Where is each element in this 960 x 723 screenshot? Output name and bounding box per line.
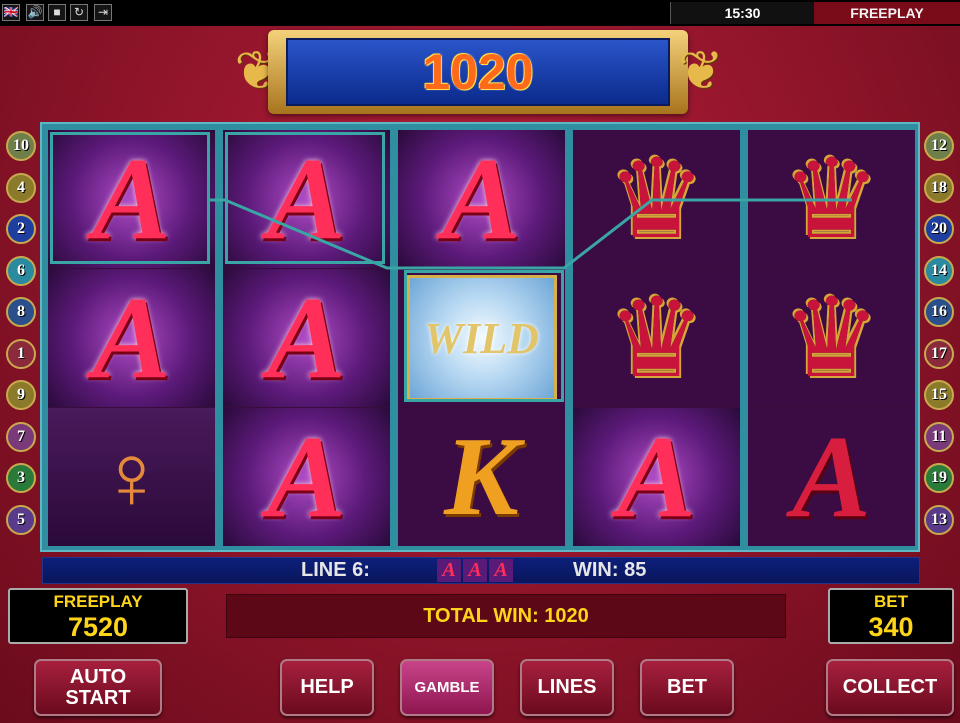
win-display-value: 1020 <box>422 44 534 100</box>
reel-1: A A ♀ <box>48 130 215 546</box>
line-badge[interactable]: 13 <box>924 504 954 535</box>
mini-symbol: A <box>489 559 513 582</box>
freeplay-label: FREEPLAY <box>53 592 143 611</box>
lady-icon: ♀ <box>97 425 166 528</box>
mini-symbol: A <box>437 559 461 582</box>
mini-symbol: A <box>463 559 487 582</box>
line-badge[interactable]: 12 <box>924 131 954 161</box>
reel-symbol: ♛ <box>573 269 740 407</box>
symbol-a: A <box>267 272 346 403</box>
symbol-k: K <box>444 414 519 539</box>
right-ornament-icon: ❦ <box>678 41 724 101</box>
crown-icon: ♛ <box>782 138 881 261</box>
line-badge[interactable]: 7 <box>6 421 36 452</box>
line-badge[interactable]: 16 <box>924 297 954 327</box>
crown-icon: ♛ <box>782 277 881 400</box>
reel-symbol: WILD <box>398 269 565 407</box>
symbol-a-plain: A <box>792 411 871 542</box>
reel-5: ♛ ♛ A <box>748 130 915 546</box>
freeplay-meter: FREEPLAY 7520 <box>8 588 188 644</box>
auto-start-label-1: AUTO <box>69 665 127 688</box>
symbol-a: A <box>92 133 171 264</box>
reel-symbol: ♛ <box>748 269 915 407</box>
crown-icon: ♛ <box>607 277 706 400</box>
symbol-a: A <box>267 133 346 264</box>
crown-icon: ♛ <box>607 138 706 261</box>
total-win: TOTAL WIN: 1020 <box>226 594 786 638</box>
reel-symbol: ♛ <box>573 130 740 268</box>
reel-symbol: ♛ <box>748 130 915 268</box>
bet-button[interactable]: BET <box>640 659 734 716</box>
reel-symbol: A <box>223 130 390 268</box>
line-badge[interactable]: 4 <box>6 172 36 203</box>
line-badge[interactable]: 20 <box>924 214 954 244</box>
reel-4: ♛ ♛ A <box>573 130 740 546</box>
reel-symbol: A <box>223 408 390 546</box>
symbol-a: A <box>92 272 171 403</box>
bet-value: 340 <box>868 612 914 642</box>
symbol-wild: WILD <box>424 313 539 363</box>
reel-area: A A ♀ A A A A WILD K ♛ ♛ A ♛ ♛ A <box>40 122 920 552</box>
win-display-frame: 1020 <box>268 30 688 114</box>
freeplay-value: 7520 <box>67 612 129 642</box>
refresh-icon[interactable]: ↻ <box>70 4 88 21</box>
top-bar: 🇬🇧 🔊 ■ ↻ ⇥ 15:30 FREEPLAY <box>0 0 960 27</box>
line-symbols: AAA <box>437 559 515 584</box>
line-badge[interactable]: 11 <box>924 421 954 452</box>
line-win-label: WIN: 85 <box>573 559 647 581</box>
reel-symbol: A <box>573 408 740 546</box>
line-badge[interactable]: 19 <box>924 463 954 493</box>
line-badge[interactable]: 15 <box>924 380 954 410</box>
reel-symbol: ♀ <box>48 408 215 546</box>
symbol-a: A <box>267 411 346 542</box>
exit-icon[interactable]: ⇥ <box>94 4 112 21</box>
bet-meter: BET 340 <box>828 588 954 644</box>
gamble-button[interactable]: GAMBLE <box>400 659 494 716</box>
line-badge[interactable]: 6 <box>6 255 36 286</box>
line-label: LINE 6: <box>301 559 370 581</box>
reel-symbol: A <box>748 408 915 546</box>
reel-symbol: A <box>398 130 565 268</box>
line-badge[interactable]: 2 <box>6 214 36 244</box>
mode-label: FREEPLAY <box>814 2 960 24</box>
line-badge[interactable]: 3 <box>6 463 36 493</box>
line-badge[interactable]: 8 <box>6 297 36 327</box>
wild-tile: WILD <box>406 275 557 401</box>
line-badge[interactable]: 5 <box>6 504 36 535</box>
payline-info-strip: LINE 6: AAA WIN: 85 <box>42 557 920 584</box>
uk-flag-icon[interactable]: 🇬🇧 <box>2 4 20 21</box>
clock: 15:30 <box>670 2 814 24</box>
line-badge[interactable]: 18 <box>924 172 954 203</box>
line-badge[interactable]: 10 <box>6 131 36 161</box>
reel-symbol: A <box>223 269 390 407</box>
line-badge[interactable]: 14 <box>924 255 954 286</box>
win-display: 1020 <box>286 38 670 106</box>
lines-button[interactable]: LINES <box>520 659 614 716</box>
fullscreen-icon[interactable]: ■ <box>48 4 66 21</box>
line-badge[interactable]: 9 <box>6 380 36 410</box>
speaker-icon[interactable]: 🔊 <box>26 4 44 21</box>
auto-start-button[interactable]: AUTO START <box>34 659 162 716</box>
bet-label: BET <box>874 592 908 611</box>
line-badge[interactable]: 1 <box>6 338 36 369</box>
collect-button[interactable]: COLLECT <box>826 659 954 716</box>
symbol-a: A <box>617 411 696 542</box>
reel-symbol: A <box>48 269 215 407</box>
reel-symbol: A <box>48 130 215 268</box>
help-button[interactable]: HELP <box>280 659 374 716</box>
auto-start-label-2: START <box>65 686 131 709</box>
reel-2: AAA <box>223 130 390 546</box>
line-badge[interactable]: 17 <box>924 338 954 369</box>
reel-3: A WILD K <box>398 130 565 546</box>
symbol-a: A <box>442 133 521 264</box>
reel-symbol: K <box>398 408 565 546</box>
